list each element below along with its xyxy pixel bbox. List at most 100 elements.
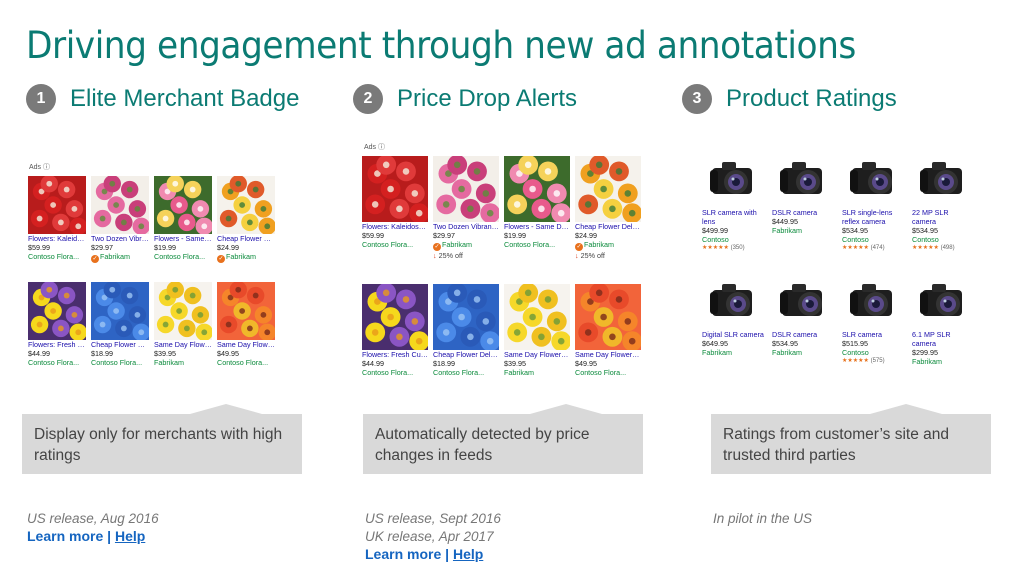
product-title-link[interactable]: Same Day Flower Deliver... <box>504 350 570 359</box>
product-ad[interactable]: Two Dozen Vibrant Birthda...$29.97✓Fabri… <box>91 176 149 263</box>
product-ad[interactable]: Same Day Flower Deliver...$49.95Contoso … <box>575 284 641 377</box>
product-image[interactable] <box>154 282 212 340</box>
product-image[interactable] <box>575 284 641 350</box>
product-ad[interactable]: Two Dozen Vibrant Birthda...$29.97✓Fabri… <box>433 156 499 261</box>
product-price: $499.99 <box>702 226 728 235</box>
product-ad[interactable]: Flowers - Same Day Delivery - ...$19.99C… <box>504 156 570 249</box>
product-image[interactable] <box>772 150 834 208</box>
product-image[interactable] <box>702 272 764 330</box>
product-price: $29.97 <box>91 243 113 252</box>
product-ad[interactable]: Cheap Flower Delivery: Flora...$18.99Con… <box>433 284 499 377</box>
learn-more-link[interactable]: Learn more <box>365 546 441 562</box>
product-image[interactable] <box>433 284 499 350</box>
product-image[interactable] <box>912 272 974 330</box>
product-title-link[interactable]: Cheap Flower Delivery: Pink ... <box>217 234 275 243</box>
product-title-link[interactable]: Flowers - Same Day Delivery - ... <box>504 222 570 231</box>
product-ad[interactable]: Digital SLR camera $649.95 Fabrikam <box>702 272 764 357</box>
product-title-link[interactable]: Same Day Flower Deliver... <box>154 340 212 349</box>
merchant-name: Contoso Flora... <box>362 240 428 249</box>
slide-title: Driving engagement through new ad annota… <box>26 24 856 67</box>
product-price: $44.99 <box>362 359 384 368</box>
product-title-link[interactable]: 22 MP SLR camera <box>912 208 974 226</box>
product-ad[interactable]: 22 MP SLR camera $534.95 Contoso ★★★★★ (498… <box>912 150 974 253</box>
product-ad[interactable]: Flowers: Kaleidoscope ...$59.99Contoso F… <box>28 176 86 261</box>
product-title-link[interactable]: SLR camera with lens <box>702 208 764 226</box>
product-title-link[interactable]: 6.1 MP SLR camera <box>912 330 974 348</box>
merchant-name: Contoso Flora... <box>217 358 275 367</box>
product-image[interactable] <box>217 282 275 340</box>
merchant-label: Contoso Flora... <box>362 240 414 249</box>
product-image[interactable] <box>28 282 86 340</box>
product-title-link[interactable]: Same Day Flower Deliver... <box>217 340 275 349</box>
help-link[interactable]: Help <box>115 528 145 544</box>
product-image[interactable] <box>912 150 974 208</box>
product-ad[interactable]: SLR camera $515.95 Contoso ★★★★★ (575) <box>842 272 904 366</box>
product-ad[interactable]: Cheap Flower Delivery: Pink ...$24.99✓Fa… <box>575 156 641 261</box>
product-ad[interactable]: DSLR camera $449.95 Fabrikam <box>772 150 834 235</box>
learn-more-link[interactable]: Learn more <box>27 528 103 544</box>
price-drop-annotation: ↓ 25% off <box>433 251 499 261</box>
product-image[interactable] <box>154 176 212 234</box>
merchant-name: Fabrikam <box>504 368 570 377</box>
product-title-link[interactable]: Flowers: Fresh Cuts Lisianthu... <box>362 350 428 359</box>
merchant-name: ✓ Fabrikam <box>433 240 499 251</box>
merchant-name: Contoso Flora... <box>28 358 86 367</box>
product-ad[interactable]: Same Day Flower Deliver...$39.95Fabrikam <box>504 284 570 377</box>
product-title-link[interactable]: Two Dozen Vibrant Birthda... <box>433 222 499 231</box>
product-ad[interactable]: Flowers: Fresh Cuts Lisianthu...$44.99Co… <box>28 282 86 367</box>
product-title-link[interactable]: Cheap Flower Delivery: Pink ... <box>575 222 641 231</box>
ads-label: Ads ⓘ <box>364 144 386 151</box>
product-title-link[interactable]: DSLR camera <box>772 208 834 217</box>
product-title-link[interactable]: SLR camera <box>842 330 904 339</box>
product-ad[interactable]: Flowers: Kaleidoscope ...$59.99Contoso F… <box>362 156 428 249</box>
product-image[interactable] <box>504 284 570 350</box>
product-image[interactable] <box>504 156 570 222</box>
product-ad[interactable]: SLR camera with lens $499.99 Contoso ★★★★★ … <box>702 150 764 253</box>
product-price: $449.95 <box>772 217 798 226</box>
price-drop-text: 25% off <box>438 251 463 260</box>
product-title-link[interactable]: Flowers: Kaleidoscope ... <box>28 234 86 243</box>
product-ad[interactable]: Cheap Flower Delivery: Flora...$18.99Con… <box>91 282 149 367</box>
product-image[interactable] <box>217 176 275 234</box>
product-title-link[interactable]: Digital SLR camera <box>702 330 764 339</box>
product-image[interactable] <box>575 156 641 222</box>
product-ad[interactable]: Flowers - Same Day Delivery - ...$19.99C… <box>154 176 212 261</box>
product-title-link[interactable]: Flowers: Fresh Cuts Lisianthu... <box>28 340 86 349</box>
product-title-link[interactable]: Cheap Flower Delivery: Flora... <box>433 350 499 359</box>
product-image[interactable] <box>91 176 149 234</box>
product-ad[interactable]: Cheap Flower Delivery: Pink ...$24.99✓Fa… <box>217 176 275 263</box>
product-ad[interactable]: 6.1 MP SLR camera $299.95 Fabrikam <box>912 272 974 366</box>
star-icons: ★★★★★ <box>702 245 729 251</box>
product-image[interactable] <box>91 282 149 340</box>
merchant-name: ✓ Fabrikam <box>91 252 149 263</box>
product-ad[interactable]: SLR single-lens reflex camera $534.95 Cont… <box>842 150 904 253</box>
product-ad[interactable]: Flowers: Fresh Cuts Lisianthu...$44.99Co… <box>362 284 428 377</box>
merchant-label: Fabrikam <box>504 368 534 377</box>
merchant-label: Contoso Flora... <box>433 368 485 377</box>
callout-pointer <box>190 404 262 414</box>
column-title: Elite Merchant Badge <box>70 85 300 112</box>
product-title-link[interactable]: Cheap Flower Delivery: Flora... <box>91 340 149 349</box>
product-title-link[interactable]: DSLR camera <box>772 330 834 339</box>
product-title-link[interactable]: Two Dozen Vibrant Birthda... <box>91 234 149 243</box>
product-image[interactable] <box>28 176 86 234</box>
product-image[interactable] <box>772 272 834 330</box>
product-image[interactable] <box>842 272 904 330</box>
callout-product-ratings: Ratings from customer’s site and trusted… <box>711 414 991 474</box>
product-image[interactable] <box>702 150 764 208</box>
product-image[interactable] <box>362 156 428 222</box>
product-ad[interactable]: Same Day Flower Deliver...$39.95Fabrikam <box>154 282 212 367</box>
product-ad[interactable]: Same Day Flower Deliver...$49.95Contoso … <box>217 282 275 367</box>
help-link[interactable]: Help <box>453 546 483 562</box>
product-price: $24.99 <box>575 231 597 240</box>
product-price: $534.95 <box>912 226 938 235</box>
merchant-label: Fabrikam <box>442 240 472 249</box>
product-ad[interactable]: DSLR camera $534.95 Fabrikam <box>772 272 834 357</box>
product-title-link[interactable]: Flowers: Kaleidoscope ... <box>362 222 428 231</box>
product-image[interactable] <box>433 156 499 222</box>
product-image[interactable] <box>842 150 904 208</box>
product-title-link[interactable]: SLR single-lens reflex camera <box>842 208 904 226</box>
product-title-link[interactable]: Flowers - Same Day Delivery - ... <box>154 234 212 243</box>
product-title-link[interactable]: Same Day Flower Deliver... <box>575 350 641 359</box>
product-image[interactable] <box>362 284 428 350</box>
